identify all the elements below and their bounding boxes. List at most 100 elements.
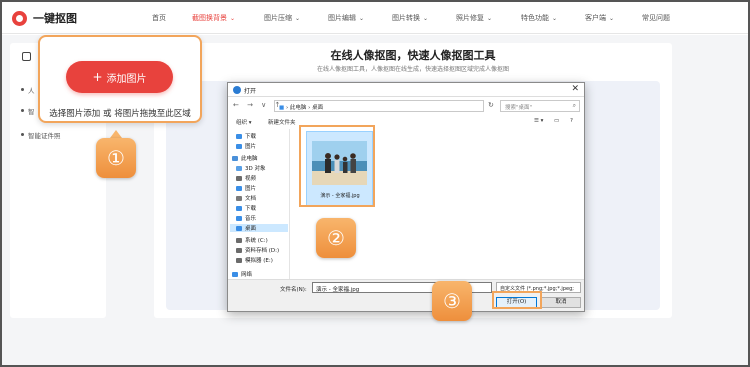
- chevron-down-icon: ⌄: [359, 15, 365, 22]
- bullet: [21, 88, 24, 91]
- add-image-button[interactable]: + 添加图片: [66, 61, 173, 93]
- step-badge-1: ①: [96, 138, 136, 178]
- chevron-down-icon: ⌄: [230, 15, 236, 22]
- network-icon: [232, 272, 238, 277]
- nav-label: 图片转换: [392, 14, 420, 22]
- drive-icon: [236, 238, 242, 243]
- tree-label: 资料存档 (D:): [245, 248, 280, 254]
- chevron-right-icon: ›: [308, 105, 311, 111]
- organize-button[interactable]: 组织 ▾: [236, 118, 252, 126]
- computer-icon: [232, 156, 238, 161]
- download-icon: [236, 206, 242, 211]
- refresh-icon[interactable]: ↻: [488, 101, 494, 109]
- tree-label: 文档: [245, 196, 257, 202]
- search-input[interactable]: 搜索"桌面" ⌕: [500, 100, 580, 112]
- chevron-right-icon: ›: [285, 105, 289, 111]
- tree-item[interactable]: 图片: [236, 142, 256, 150]
- sidebar-item-portrait[interactable]: 人: [28, 85, 35, 95]
- tree-item[interactable]: 3D 对象: [236, 164, 265, 172]
- address-row: ← → ∨ ↑ ■ › 此电脑 › 桌面 ↻ 搜索"桌面" ⌕: [228, 98, 584, 114]
- tree-item[interactable]: 文档: [236, 194, 256, 202]
- nav-label: 截图换背景: [192, 14, 227, 22]
- logo-icon: [12, 10, 27, 26]
- nav-item-edit[interactable]: 图片编辑 ⌄: [328, 13, 364, 23]
- tree-item[interactable]: 图片: [236, 184, 256, 192]
- tree-label: 桌面: [245, 226, 257, 232]
- nav-label: 照片修复: [456, 14, 484, 22]
- view-icon[interactable]: ☰ ▾: [534, 118, 543, 124]
- video-icon: [236, 176, 242, 181]
- documents-icon: [236, 196, 242, 201]
- badge-pointer: [110, 130, 122, 138]
- chevron-down-icon: ⌄: [423, 15, 429, 22]
- top-nav: 一键抠图 首页 截图换背景 ⌄ 图片压缩 ⌄ 图片编辑 ⌄ 图片转换 ⌄ 照片修复 ⌄ 特…: [2, 2, 748, 34]
- dialog-titlebar: 打开 ✕: [228, 83, 584, 97]
- tree-label: 3D 对象: [245, 166, 266, 172]
- download-icon: [236, 134, 242, 139]
- tree-label: 系统 (C:): [245, 238, 268, 244]
- nav-label: 图片压缩: [264, 14, 292, 22]
- folder-tree: 下载 图片 此电脑 3D 对象 视频 图片 文档 下载 音乐 桌面 系统 (C:…: [228, 129, 290, 279]
- help-icon[interactable]: ?: [570, 118, 573, 124]
- address-bar[interactable]: ■ › 此电脑 › 桌面: [274, 100, 484, 112]
- tree-item[interactable]: 视频: [236, 174, 256, 182]
- nav-item-faq[interactable]: 常见问题: [642, 13, 670, 23]
- dialog-title: 打开: [244, 88, 257, 95]
- tree-label: 此电脑: [241, 156, 258, 162]
- search-placeholder: 搜索"桌面": [505, 105, 533, 111]
- 3d-objects-icon: [236, 166, 242, 171]
- nav-item-client[interactable]: 客户端 ⌄: [585, 13, 614, 23]
- nav-item-home[interactable]: 首页: [152, 13, 166, 23]
- tree-item[interactable]: 网络: [232, 270, 252, 278]
- nav-label: 常见问题: [642, 14, 670, 22]
- logo[interactable]: 一键抠图: [12, 10, 77, 26]
- tree-item[interactable]: 模拟器 (E:): [236, 256, 273, 264]
- file-highlight: [299, 125, 375, 207]
- tree-item[interactable]: 音乐: [236, 214, 256, 222]
- chevron-down-icon: ⌄: [295, 15, 301, 22]
- search-icon: ⌕: [572, 102, 576, 109]
- tree-item-selected[interactable]: 桌面: [230, 224, 288, 232]
- filename-label: 文件名(N):: [280, 287, 307, 293]
- chevron-down-icon: ⌄: [609, 15, 615, 22]
- tree-label: 视频: [245, 176, 257, 182]
- sidebar-item-smart[interactable]: 智: [28, 106, 35, 116]
- tree-item[interactable]: 此电脑: [232, 154, 258, 162]
- breadcrumb-this-pc[interactable]: 此电脑: [290, 105, 307, 111]
- tree-item[interactable]: 下载: [236, 204, 256, 212]
- tree-label: 模拟器 (E:): [245, 258, 273, 264]
- upload-popup: + 添加图片 选择图片添加 或 将图片拖拽至此区域: [38, 35, 202, 123]
- tool-icon: [22, 52, 31, 61]
- sidebar-item-id-photo[interactable]: 智能证件照: [28, 130, 61, 140]
- open-button-highlight: [492, 291, 542, 309]
- nav-item-compress[interactable]: 图片压缩 ⌄: [264, 13, 300, 23]
- add-image-label: 添加图片: [106, 73, 147, 85]
- chevron-down-icon: ⌄: [487, 15, 493, 22]
- drive-icon: [236, 248, 242, 253]
- logo-text: 一键抠图: [33, 12, 77, 25]
- bullet: [21, 109, 24, 112]
- drop-hint: 选择图片添加 或 将图片拖拽至此区域: [49, 109, 191, 119]
- tree-item[interactable]: 系统 (C:): [236, 236, 268, 244]
- nav-item-features[interactable]: 特色功能 ⌄: [521, 13, 557, 23]
- preview-pane-icon[interactable]: ▭: [554, 118, 559, 124]
- new-folder-button[interactable]: 新建文件夹: [268, 118, 296, 126]
- step-badge-3: ③: [432, 281, 472, 321]
- desktop-icon: [236, 226, 242, 231]
- tree-label: 图片: [245, 186, 257, 192]
- pictures-icon: [236, 186, 242, 191]
- tree-item[interactable]: 下载: [236, 132, 256, 140]
- nav-item-convert[interactable]: 图片转换 ⌄: [392, 13, 428, 23]
- tree-label: 下载: [245, 206, 257, 212]
- pictures-icon: [236, 144, 242, 149]
- folder-icon: ■: [279, 105, 285, 111]
- music-icon: [236, 216, 242, 221]
- close-icon[interactable]: ✕: [571, 84, 579, 94]
- nav-item-repair[interactable]: 照片修复 ⌄: [456, 13, 492, 23]
- breadcrumb-desktop[interactable]: 桌面: [312, 105, 323, 111]
- cancel-button[interactable]: 取消: [541, 297, 581, 308]
- nav-item-background[interactable]: 截图换背景 ⌄: [192, 13, 235, 23]
- drive-icon: [236, 258, 242, 263]
- tree-item[interactable]: 资料存档 (D:): [236, 246, 279, 254]
- chevron-down-icon: ⌄: [552, 15, 558, 22]
